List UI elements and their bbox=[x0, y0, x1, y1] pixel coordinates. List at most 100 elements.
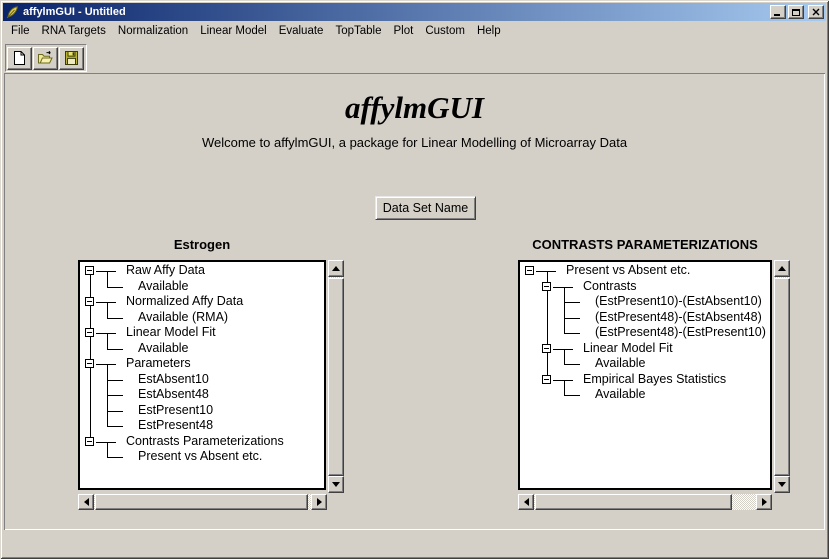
scrollbar-thumb[interactable] bbox=[328, 278, 344, 476]
window-title: affylmGUI - Untitled bbox=[23, 6, 768, 18]
right-tree-vertical-scrollbar[interactable] bbox=[774, 260, 790, 493]
tree-expand-toggle[interactable] bbox=[85, 437, 94, 446]
tree-node-label[interactable]: Available bbox=[595, 356, 646, 371]
tree-node-label[interactable]: Contrasts Parameterizations bbox=[126, 434, 284, 449]
tree-connector-line bbox=[564, 349, 565, 364]
tree-connector-line bbox=[564, 287, 565, 333]
new-file-button[interactable] bbox=[7, 47, 32, 70]
tree-node-label[interactable]: EstPresent48 bbox=[138, 418, 213, 433]
scroll-down-button[interactable] bbox=[774, 476, 790, 493]
tree-connector-line bbox=[564, 380, 565, 395]
tree-node-label[interactable]: (EstPresent48)-(EstAbsent48) bbox=[595, 310, 762, 325]
data-set-name-button[interactable]: Data Set Name bbox=[375, 196, 476, 220]
tree-expand-toggle[interactable] bbox=[85, 297, 94, 306]
scroll-up-button[interactable] bbox=[328, 260, 344, 277]
open-file-button[interactable] bbox=[33, 47, 58, 70]
tree-connector-line bbox=[107, 395, 123, 396]
scroll-left-button[interactable] bbox=[518, 494, 534, 510]
tree-connector-line bbox=[96, 333, 116, 334]
tree-connector-line bbox=[107, 457, 123, 458]
tree-connector-line bbox=[564, 318, 580, 319]
tree-connector-line bbox=[96, 442, 116, 443]
tree-expand-toggle[interactable] bbox=[85, 328, 94, 337]
scroll-down-button[interactable] bbox=[328, 476, 344, 493]
tree-connector-line bbox=[553, 287, 573, 288]
menu-custom[interactable]: Custom bbox=[419, 23, 471, 39]
tree-expand-toggle[interactable] bbox=[542, 282, 551, 291]
tree-node-label[interactable]: Available bbox=[138, 279, 189, 294]
close-button[interactable] bbox=[808, 5, 824, 19]
tree-node-label[interactable]: EstAbsent10 bbox=[138, 372, 209, 387]
scrollbar-thumb[interactable] bbox=[535, 494, 732, 510]
menu-rna-targets[interactable]: RNA Targets bbox=[36, 23, 112, 39]
tree-node-label[interactable]: EstPresent10 bbox=[138, 403, 213, 418]
left-tree-title: Estrogen bbox=[78, 237, 326, 253]
right-tree-horizontal-scrollbar[interactable] bbox=[518, 494, 772, 510]
arrow-down-icon bbox=[778, 482, 786, 487]
tree-node-label[interactable]: Empirical Bayes Statistics bbox=[583, 372, 726, 387]
scrollbar-thumb[interactable] bbox=[774, 278, 790, 476]
scroll-right-button[interactable] bbox=[311, 494, 327, 510]
right-tree-title: CONTRASTS PARAMETERIZATIONS bbox=[518, 237, 772, 253]
application-window: affylmGUI - Untitled FileRNA TargetsNorm… bbox=[0, 0, 829, 559]
close-icon bbox=[812, 8, 820, 16]
tree-connector-line bbox=[564, 395, 580, 396]
tree-connector-line bbox=[564, 302, 580, 303]
tree-connector-line bbox=[107, 333, 108, 349]
toolbar bbox=[5, 44, 87, 72]
tree-connector-line bbox=[107, 318, 123, 319]
tree-node-label[interactable]: Available (RMA) bbox=[138, 310, 228, 325]
tree-node-label[interactable]: Available bbox=[138, 341, 189, 356]
tree-expand-toggle[interactable] bbox=[542, 344, 551, 353]
arrow-right-icon bbox=[317, 498, 322, 506]
scrollbar-thumb[interactable] bbox=[95, 494, 308, 510]
tree-node-label[interactable]: Normalized Affy Data bbox=[126, 294, 243, 309]
tree-node-label[interactable]: Parameters bbox=[126, 356, 191, 371]
app-feather-icon bbox=[5, 5, 19, 19]
menu-plot[interactable]: Plot bbox=[388, 23, 420, 39]
tree-connector-line bbox=[107, 302, 108, 318]
arrow-up-icon bbox=[778, 266, 786, 271]
new-file-icon bbox=[11, 50, 28, 66]
tree-connector-line bbox=[564, 364, 580, 365]
tree-node-label[interactable]: EstAbsent48 bbox=[138, 387, 209, 402]
scroll-left-button[interactable] bbox=[78, 494, 94, 510]
maximize-button[interactable] bbox=[788, 5, 804, 19]
tree-connector-line bbox=[107, 411, 123, 412]
menu-file[interactable]: File bbox=[5, 23, 36, 39]
tree-node-label[interactable]: Contrasts bbox=[583, 279, 637, 294]
left-tree-canvas: Raw Affy DataAvailableNormalized Affy Da… bbox=[78, 260, 326, 490]
main-content-frame: affylmGUI Welcome to affylmGUI, a packag… bbox=[4, 73, 825, 530]
arrow-right-icon bbox=[762, 498, 767, 506]
tree-node-label[interactable]: Present vs Absent etc. bbox=[566, 263, 690, 278]
open-file-icon bbox=[37, 50, 54, 66]
left-tree-vertical-scrollbar[interactable] bbox=[328, 260, 344, 493]
minimize-icon bbox=[774, 14, 780, 16]
title-bar[interactable]: affylmGUI - Untitled bbox=[3, 3, 826, 21]
menu-bar: FileRNA TargetsNormalizationLinear Model… bbox=[3, 21, 826, 41]
tree-node-label[interactable]: (EstPresent48)-(EstPresent10) bbox=[595, 325, 766, 340]
tree-node-label[interactable]: Present vs Absent etc. bbox=[138, 449, 262, 464]
left-tree-horizontal-scrollbar[interactable] bbox=[78, 494, 327, 510]
tree-expand-toggle[interactable] bbox=[85, 266, 94, 275]
minimize-button[interactable] bbox=[770, 5, 786, 19]
tree-node-label[interactable]: Linear Model Fit bbox=[126, 325, 216, 340]
arrow-down-icon bbox=[332, 482, 340, 487]
tree-expand-toggle[interactable] bbox=[85, 359, 94, 368]
tree-node-label[interactable]: Linear Model Fit bbox=[583, 341, 673, 356]
welcome-text: Welcome to affylmGUI, a package for Line… bbox=[4, 135, 825, 150]
menu-linear-model[interactable]: Linear Model bbox=[194, 23, 272, 39]
tree-connector-line bbox=[553, 380, 573, 381]
tree-node-label[interactable]: (EstPresent10)-(EstAbsent10) bbox=[595, 294, 762, 309]
menu-normalization[interactable]: Normalization bbox=[112, 23, 194, 39]
tree-expand-toggle[interactable] bbox=[542, 375, 551, 384]
tree-node-label[interactable]: Available bbox=[595, 387, 646, 402]
save-file-button[interactable] bbox=[59, 47, 84, 70]
menu-evaluate[interactable]: Evaluate bbox=[273, 23, 330, 39]
scroll-up-button[interactable] bbox=[774, 260, 790, 277]
scroll-right-button[interactable] bbox=[756, 494, 772, 510]
tree-node-label[interactable]: Raw Affy Data bbox=[126, 263, 205, 278]
menu-help[interactable]: Help bbox=[471, 23, 507, 39]
menu-toptable[interactable]: TopTable bbox=[329, 23, 387, 39]
tree-expand-toggle[interactable] bbox=[525, 266, 534, 275]
